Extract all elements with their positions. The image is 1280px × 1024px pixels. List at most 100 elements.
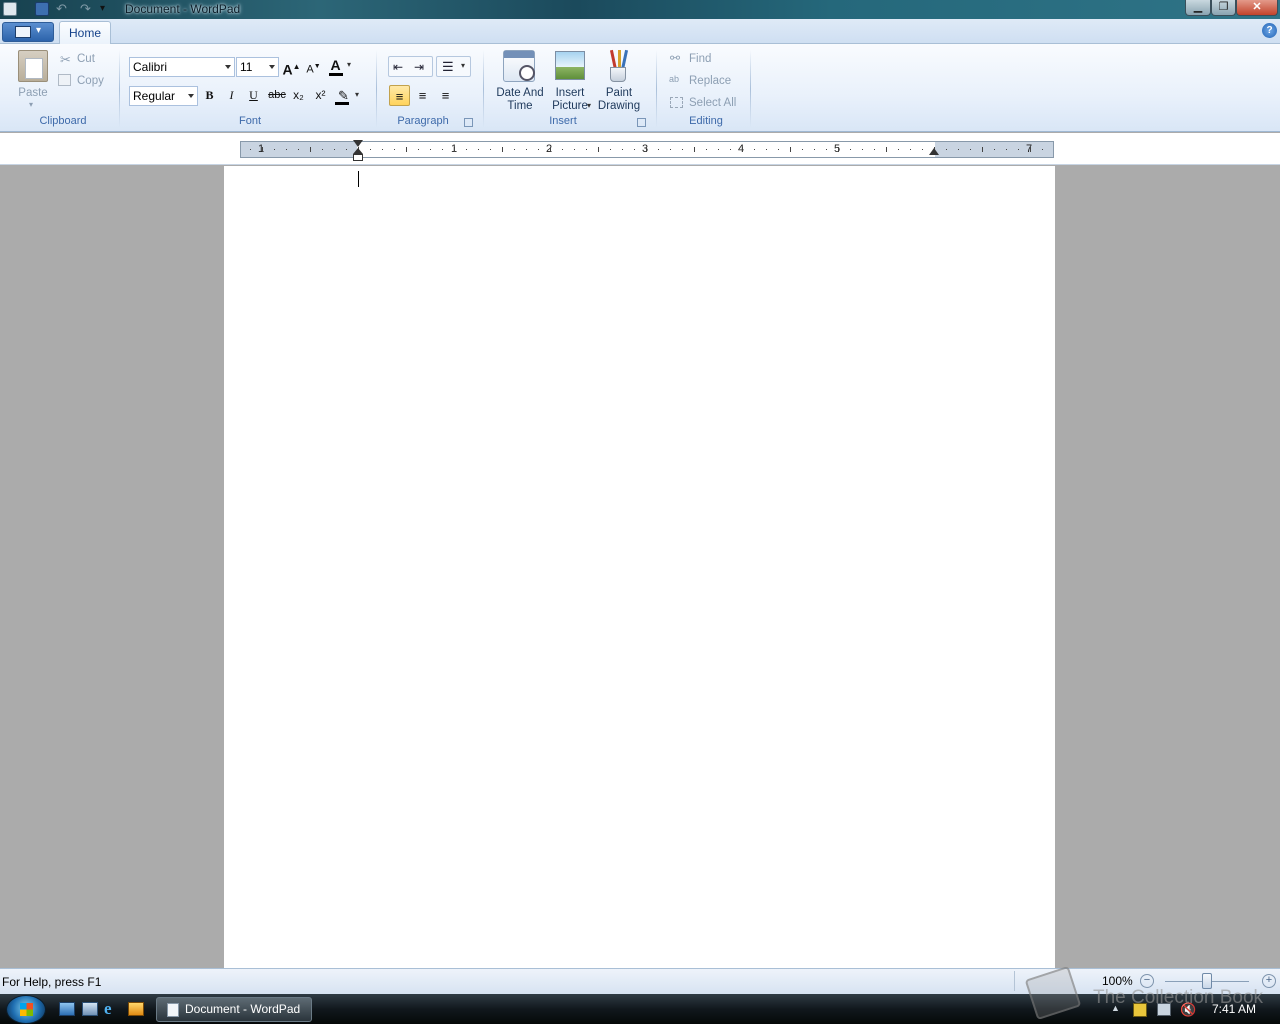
ruler-tick (946, 149, 947, 150)
align-left-button[interactable]: ≡ (389, 85, 410, 106)
text-color-dropdown-arrow[interactable]: ▾ (347, 60, 351, 69)
strikethrough-button[interactable]: abc (265, 85, 289, 106)
find-button[interactable]: Find (689, 53, 711, 66)
ruler-tick (826, 149, 827, 150)
paint-drawing-button-line1[interactable]: Paint (594, 87, 644, 100)
undo-icon[interactable]: ↶ (56, 1, 67, 17)
ruler-tick (586, 149, 587, 150)
wordpad-document-icon (167, 1003, 179, 1017)
zoom-out-icon[interactable]: − (1140, 974, 1154, 988)
paste-icon[interactable] (18, 50, 48, 82)
ruler-tick (718, 149, 719, 150)
group-separator (119, 50, 120, 128)
ruler-tick (610, 149, 611, 150)
ruler-tick (706, 149, 707, 150)
text-caret (358, 171, 359, 187)
maximize-button[interactable]: ❐ (1211, 0, 1236, 16)
increase-indent-icon[interactable]: ⇥ (414, 60, 424, 74)
windows-logo-icon (20, 1003, 33, 1016)
close-button[interactable]: ✕ (1236, 0, 1278, 16)
insert-picture-icon[interactable] (555, 51, 585, 80)
ruler-tick (478, 149, 479, 150)
ruler-tick (982, 147, 983, 152)
paste-dropdown-arrow[interactable]: ▾ (29, 100, 33, 109)
document-menu-icon (15, 26, 31, 38)
font-size-select[interactable]: 11 (236, 57, 279, 77)
copy-icon (58, 74, 71, 86)
underline-button[interactable]: U (243, 85, 264, 106)
ruler-tick (910, 149, 911, 150)
ruler-tick (430, 149, 431, 150)
bullets-button[interactable]: ☰ ▾ (436, 56, 471, 77)
group-separator (483, 50, 484, 128)
ruler-tick (562, 149, 563, 150)
start-button[interactable] (6, 995, 46, 1024)
paragraph-dialog-launcher-icon[interactable] (464, 118, 473, 127)
ruler-tick (670, 149, 671, 150)
taskbar-button-wordpad[interactable]: Document - WordPad (156, 997, 312, 1022)
ruler-tick (322, 149, 323, 150)
ruler-tick (898, 149, 899, 150)
paint-drawing-icon[interactable] (607, 49, 629, 83)
ruler-tick (970, 149, 971, 150)
ruler-tick (1006, 149, 1007, 150)
ruler-tick (850, 149, 851, 150)
insert-picture-button-line1[interactable]: Insert (546, 87, 594, 100)
highlight-dropdown-arrow[interactable]: ▾ (355, 90, 359, 99)
insert-picture-dropdown-arrow[interactable]: ▾ (587, 101, 591, 110)
zoom-in-icon[interactable]: + (1262, 974, 1276, 988)
status-divider (1014, 971, 1015, 991)
decrease-indent-icon[interactable]: ⇤ (393, 60, 403, 74)
media-player-icon[interactable] (128, 1002, 144, 1016)
left-indent-marker[interactable] (353, 154, 363, 161)
group-label-editing: Editing (689, 115, 723, 127)
date-time-button-line1[interactable]: Date And (492, 87, 548, 100)
shrink-font-button[interactable]: A▼ (303, 56, 324, 77)
select-all-button[interactable]: Select All (689, 97, 736, 110)
chevron-down-icon: ▾ (461, 61, 466, 70)
insert-dialog-launcher-icon[interactable] (637, 118, 646, 127)
minimize-button[interactable]: ▁ (1185, 0, 1211, 16)
ruler-tick (262, 147, 263, 152)
italic-button[interactable]: I (221, 85, 242, 106)
ruler-tick (658, 149, 659, 150)
replace-button[interactable]: Replace (689, 75, 731, 88)
help-icon[interactable]: ? (1262, 23, 1277, 38)
paragraph-style-select[interactable]: Regular (129, 86, 198, 106)
right-indent-marker[interactable] (929, 148, 939, 155)
zoom-level[interactable]: 100% (1102, 974, 1133, 988)
indent-button-group: ⇤ ⇥ (388, 56, 433, 77)
calendar-clock-icon[interactable] (503, 50, 535, 82)
paint-drawing-button-line2[interactable]: Drawing (594, 100, 644, 113)
superscript-button[interactable]: x² (310, 85, 331, 106)
copy-button[interactable]: Copy (77, 75, 104, 88)
show-desktop-icon[interactable] (59, 1002, 75, 1016)
align-center-icon: ≡ (418, 88, 427, 103)
wordpad-app-icon[interactable] (3, 2, 17, 16)
align-center-button[interactable]: ≡ (412, 85, 433, 106)
grow-font-button[interactable]: A▲ (281, 56, 302, 78)
switch-windows-icon[interactable] (82, 1002, 98, 1016)
group-label-font: Font (238, 115, 261, 127)
paste-button[interactable]: Paste (14, 87, 52, 100)
cut-button[interactable]: Cut (77, 53, 95, 66)
text-color-swatch (329, 73, 343, 76)
system-clock[interactable]: 7:41 AM (1212, 1002, 1256, 1016)
application-menu-button[interactable]: ▾ (2, 22, 54, 42)
first-line-indent-marker[interactable] (353, 140, 363, 147)
document-page[interactable] (224, 166, 1055, 968)
redo-icon[interactable]: ↷ (80, 1, 91, 17)
group-label-clipboard: Clipboard (39, 115, 87, 127)
ruler-tick (994, 149, 995, 150)
internet-explorer-icon[interactable]: e (104, 999, 112, 1019)
align-right-button[interactable]: ≡ (435, 85, 456, 106)
ruler-tick (754, 149, 755, 150)
date-time-button-line2[interactable]: Time (492, 100, 548, 113)
customize-quick-access-icon[interactable]: ▾ (100, 3, 105, 14)
subscript-button[interactable]: x₂ (288, 85, 309, 106)
save-icon[interactable] (35, 2, 49, 16)
ruler-tick (310, 147, 311, 152)
font-family-select[interactable]: Calibri (129, 57, 235, 77)
bold-button[interactable]: B (199, 85, 220, 106)
tab-home[interactable]: Home (59, 21, 111, 45)
